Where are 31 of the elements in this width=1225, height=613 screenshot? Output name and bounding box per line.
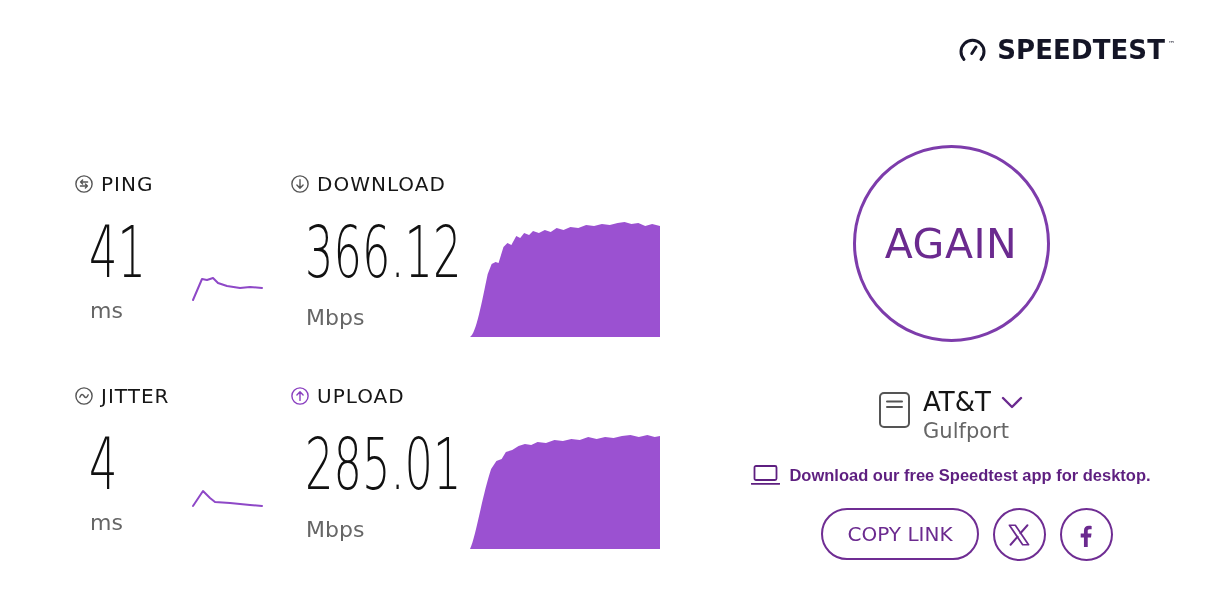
metric-unit: Mbps (306, 516, 365, 544)
metric-label: DOWNLOAD (317, 172, 446, 196)
desktop-app-link[interactable]: Download our free Speedtest app for desktop. (789, 465, 1151, 485)
metric-value: 285.01 (305, 429, 462, 500)
metric-unit: ms (90, 510, 123, 536)
metric-unit: ms (90, 298, 123, 324)
metric-value: 4 (89, 429, 118, 500)
metric-label: JITTER (101, 384, 170, 408)
metric-unit: Mbps (306, 304, 365, 332)
gauge-icon (959, 38, 987, 62)
provider-dropdown[interactable]: AT&T (923, 388, 1023, 416)
sparkline (192, 277, 263, 301)
metric-label: UPLOAD (317, 384, 405, 408)
document-icon (879, 392, 911, 428)
sparkline (192, 489, 263, 508)
x-letter-icon (1006, 521, 1032, 548)
laptop-icon (751, 465, 781, 485)
chevron-down-icon (1000, 395, 1023, 409)
metric-label: PING (101, 172, 154, 196)
x-share-button[interactable] (992, 508, 1046, 561)
up-arrow-circle-icon (291, 387, 309, 405)
logo-wordmark: SPEEDTEST (997, 36, 1165, 64)
copy-link-button[interactable]: COPY LINK (821, 508, 979, 560)
metric-value: 41 (89, 217, 146, 288)
arrows-circle-icon (75, 175, 93, 193)
f-share-button[interactable] (1059, 508, 1113, 561)
wave-circle-icon (75, 387, 93, 405)
server-location: Gulfport (923, 419, 1009, 443)
again-button[interactable]: AGAIN (852, 145, 1050, 342)
down-arrow-circle-icon (291, 175, 309, 193)
metric-value: 366.12 (305, 217, 462, 288)
